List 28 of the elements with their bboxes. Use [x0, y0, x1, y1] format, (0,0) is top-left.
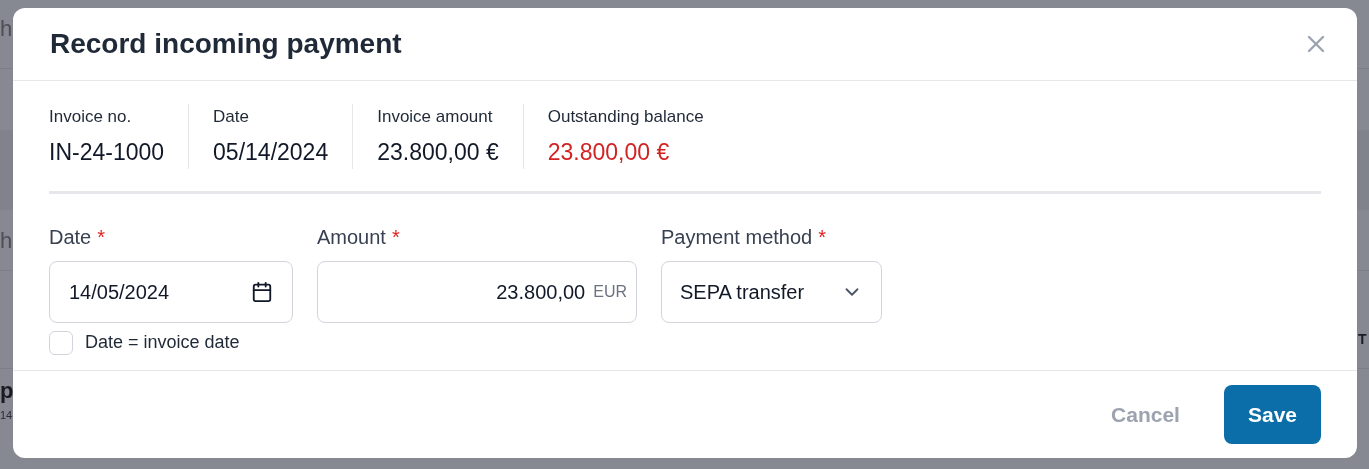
field-label: Date	[49, 225, 92, 250]
summary-value: 05/14/2024	[213, 137, 329, 167]
background-text: 14	[0, 408, 13, 423]
required-mark: *	[97, 225, 106, 250]
save-button[interactable]: Save	[1223, 385, 1321, 444]
dialog-title: Record incoming payment	[50, 27, 402, 61]
summary-label: Date	[213, 106, 250, 128]
summary-label: Invoice no.	[49, 106, 133, 128]
summary-value: 23.800,00 €	[547, 137, 671, 167]
currency-unit: EUR	[593, 282, 627, 302]
checkbox[interactable]	[49, 330, 73, 355]
payment-method-select[interactable]: SEPA transfer	[661, 261, 882, 323]
summary-label: Invoice amount	[377, 106, 494, 128]
date-field[interactable]: 14/05/2024	[49, 261, 293, 323]
background-text: p	[0, 377, 14, 405]
amount-field[interactable]: 23.800,00 EUR	[317, 261, 637, 323]
field-label: Payment method	[661, 225, 813, 250]
summary-value: IN-24-1000	[49, 137, 165, 167]
background-text: h	[0, 227, 13, 255]
field-label: Amount	[317, 225, 386, 250]
calendar-icon	[251, 281, 273, 303]
background-text: T	[1358, 330, 1367, 349]
summary-label: Outstanding balance	[547, 106, 704, 128]
required-mark: *	[818, 225, 826, 250]
required-mark: *	[391, 225, 400, 250]
checkbox-label: Date = invoice date	[85, 331, 240, 354]
background-text: h	[0, 15, 13, 43]
summary-value: 23.800,00 €	[377, 137, 499, 167]
